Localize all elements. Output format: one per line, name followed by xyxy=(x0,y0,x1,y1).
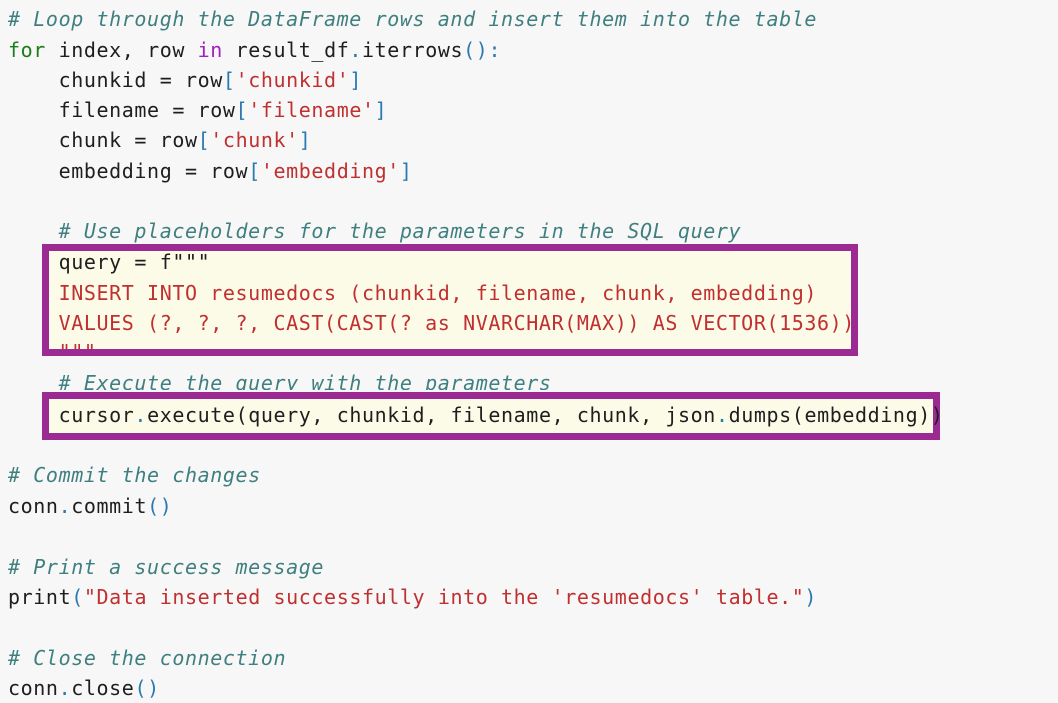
bracket: [ xyxy=(235,98,249,122)
code-line-close: conn.close() xyxy=(8,673,160,703)
comment-line: # Loop through the DataFrame rows and in… xyxy=(8,7,818,31)
comment-line: # Commit the changes xyxy=(8,463,261,487)
code-line-filename: filename = row['filename'] xyxy=(8,95,387,125)
bracket: [ xyxy=(248,159,261,183)
iter-target: result_df xyxy=(222,38,350,62)
assign-lhs: chunkid = row xyxy=(8,68,223,92)
keyword-in: in xyxy=(197,38,223,62)
code-line-query: query = f""" xyxy=(8,247,210,277)
code-line-print: print("Data inserted successfully into t… xyxy=(8,582,817,612)
execute-call: execute(query, chunkid, filename, chunk,… xyxy=(147,403,716,427)
code-line-chunkid: chunkid = row['chunkid'] xyxy=(8,65,362,95)
code-line-execute: cursor.execute(query, chunkid, filename,… xyxy=(8,400,944,430)
string-literal: 'filename' xyxy=(248,98,375,122)
comment-line: # Execute the query with the parameters xyxy=(8,371,552,390)
paren: ) xyxy=(804,585,818,609)
code-line-insert: INSERT INTO resumedocs (chunkid, filenam… xyxy=(8,281,818,305)
comment-line: # Use placeholders for the parameters in… xyxy=(8,219,742,243)
cursor-obj: cursor xyxy=(8,403,135,427)
iterrows-call: iterrows xyxy=(362,38,464,62)
assign-lhs: embedding = row xyxy=(8,159,249,183)
dot-punc: . xyxy=(349,38,363,62)
comment-line: # Print a success message xyxy=(8,555,325,579)
bracket: ] xyxy=(374,98,388,122)
code-line-embedding: embedding = row['embedding'] xyxy=(8,156,413,186)
string-literal: 'chunkid' xyxy=(235,68,350,92)
dot-punc: . xyxy=(715,403,729,427)
bracket: [ xyxy=(197,128,211,152)
bracket: ] xyxy=(349,68,362,92)
bracket: ] xyxy=(298,128,312,152)
assign-lhs: filename = row xyxy=(8,98,236,122)
string-literal: 'embedding' xyxy=(260,159,400,183)
string-literal: "Data inserted successfully into the 're… xyxy=(83,585,805,609)
code-line-values: VALUES (?, ?, ?, CAST(CAST(? as NVARCHAR… xyxy=(8,311,855,335)
parens-colon: (): xyxy=(463,38,502,62)
code-line-close-quotes: """ xyxy=(8,337,97,349)
conn-obj: conn xyxy=(8,676,59,700)
parens: () xyxy=(134,676,160,700)
dot-punc: . xyxy=(134,403,148,427)
dumps-call: dumps(embedding)) xyxy=(728,403,944,427)
code-line-commit: conn.commit() xyxy=(8,491,172,521)
commit-call: commit xyxy=(71,494,148,518)
print-fn: print xyxy=(8,585,72,609)
bracket: [ xyxy=(222,68,236,92)
assign-lhs: chunk = row xyxy=(8,128,198,152)
string-literal: 'chunk' xyxy=(210,128,299,152)
query-assign: query = f""" xyxy=(8,250,211,274)
dot-punc: . xyxy=(58,676,72,700)
paren: ( xyxy=(71,585,84,609)
conn-obj: conn xyxy=(8,494,59,518)
dot-punc: . xyxy=(58,494,72,518)
comment-line: # Close the connection xyxy=(8,646,287,670)
parens: () xyxy=(147,494,173,518)
close-call: close xyxy=(71,676,135,700)
code-line-for: for index, row in result_df.iterrows(): xyxy=(8,35,501,65)
bracket: ] xyxy=(399,159,413,183)
loop-vars: index, row xyxy=(45,38,198,62)
keyword-for: for xyxy=(8,38,46,62)
code-line-chunk: chunk = row['chunk'] xyxy=(8,125,311,155)
